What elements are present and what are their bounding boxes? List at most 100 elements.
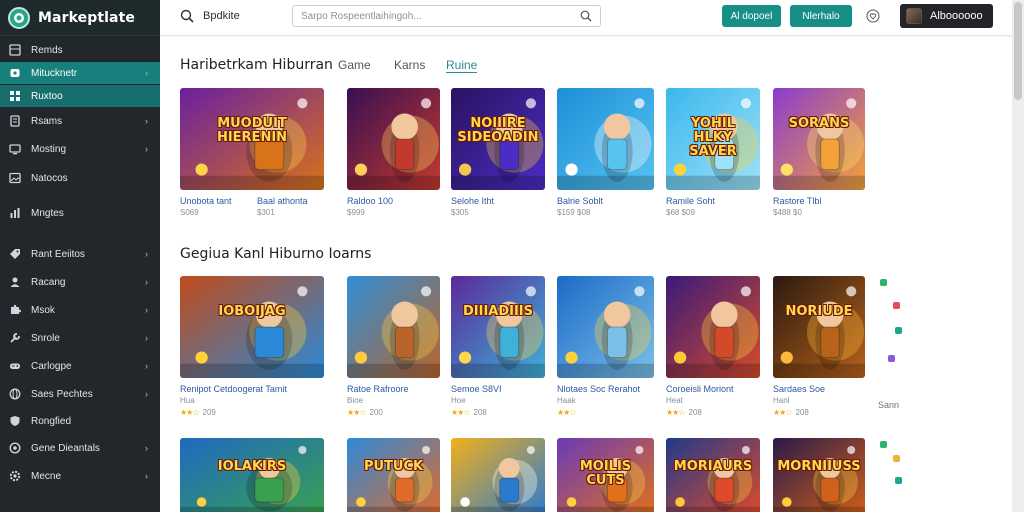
sidebar-item-rongfied[interactable]: Rongfied — [0, 410, 160, 432]
sidebar-item-remds[interactable]: Remds — [0, 39, 160, 61]
game-card-title[interactable]: Sardaes Soe — [773, 384, 825, 394]
game-card-title[interactable]: Balrie Soblt — [557, 196, 603, 206]
game-card-title[interactable]: Rastore Tlbl — [773, 196, 821, 206]
game-card-image[interactable]: NOIIIRE SIDEOADIN — [451, 88, 545, 190]
search-icon[interactable] — [180, 9, 194, 23]
game-card-image[interactable] — [557, 88, 654, 190]
game-card-title[interactable]: Semoe S8VI — [451, 384, 502, 394]
sidebar-item-msok[interactable]: Msok › — [0, 299, 160, 321]
game-card-image[interactable] — [666, 276, 760, 378]
rating-stars: ★★☆ 208 — [451, 408, 487, 417]
game-card-title[interactable]: Baal athonta — [257, 196, 308, 206]
game-card-image[interactable]: MORNIIUSS — [773, 438, 865, 512]
game-card-image[interactable]: PUTUCK — [347, 438, 440, 512]
game-card-image[interactable]: YOHIL HLKY SAVER — [666, 88, 760, 190]
rating-stars: ★★☆ — [557, 408, 576, 417]
support-icon — [9, 442, 21, 454]
sidebar-item-mngtes[interactable]: Mngtes — [0, 202, 160, 224]
game-card-price: S069 — [180, 208, 199, 217]
sidebar-item-natocos[interactable]: Natocos — [0, 167, 160, 189]
game-card-image[interactable] — [347, 88, 440, 190]
sidebar-item-ruxtoo[interactable]: Ruxtoo — [0, 85, 160, 107]
sidebar-item-label: Mngtes — [31, 207, 64, 219]
game-card-price: $305 — [451, 208, 469, 217]
secondary-button[interactable]: Nlerhalo — [790, 5, 852, 27]
sidebar-item-label: Carlogpe — [31, 360, 72, 372]
game-card-image[interactable]: IOBOIJAG — [180, 276, 324, 378]
game-card-image[interactable]: NORIUDE — [773, 276, 865, 378]
sidebar-item-snrole[interactable]: Snrole › — [0, 327, 160, 349]
heart-icon[interactable] — [866, 9, 880, 23]
game-card-title[interactable]: Coroeisli Moriont — [666, 384, 734, 394]
game-card-image[interactable]: IOLAKIRS — [180, 438, 324, 512]
sidebar-item-rsams[interactable]: Rsams › — [0, 110, 160, 132]
game-card-image[interactable]: MORIAURS — [666, 438, 760, 512]
game-card-title[interactable]: Selohe Itht — [451, 196, 494, 206]
game-card-price: $68 $09 — [666, 208, 695, 217]
tab-game[interactable]: Game — [338, 58, 371, 72]
game-card-image[interactable]: DIIIADIIIS — [451, 276, 545, 378]
brand[interactable]: Markeptlate — [0, 0, 160, 36]
magnifier-icon[interactable] — [580, 10, 592, 22]
game-card-title[interactable]: Raldoo 100 — [347, 196, 393, 206]
game-art-title: MUODUIT HIERENIN — [216, 115, 288, 145]
game-card-image[interactable] — [347, 276, 440, 378]
game-card-title[interactable]: Ramile Soht — [666, 196, 715, 206]
rating-count: 208 — [795, 408, 809, 417]
game-card-image[interactable]: SORANS — [773, 88, 865, 190]
sidebar-item-rant-eeiitos[interactable]: Rant Eeiitos › — [0, 243, 160, 265]
game-card-image[interactable] — [451, 438, 545, 512]
sidebar-item-racang[interactable]: Racang › — [0, 271, 160, 293]
search-input[interactable] — [293, 6, 563, 27]
game-card-subtitle: Hanl — [773, 396, 790, 405]
game-art-title: MOILIS CUTS — [579, 459, 632, 489]
sidebar-item-mitucknetr[interactable]: Mitucknetr › — [0, 62, 160, 84]
chevron-right-icon: › — [145, 471, 148, 481]
game-art-title: SORANS — [788, 115, 850, 131]
chart-icon — [9, 207, 21, 219]
search-box[interactable] — [292, 5, 601, 27]
tab-ruine[interactable]: Ruine — [446, 58, 478, 73]
game-card-title[interactable]: Ratoe Rafroore — [347, 384, 409, 394]
game-card-title[interactable]: Unobota tant — [180, 196, 232, 206]
sidebar: Markeptlate Remds Mitucknetr › Ruxtoo Rsams ›… — [0, 0, 160, 512]
sidebar-item-label: Ruxtoo — [31, 90, 63, 102]
sidebar-item-mosting[interactable]: Mosting › — [0, 138, 160, 160]
tab-karns[interactable]: Karns — [394, 58, 425, 72]
main-content: Haribetrkam Hiburran Game Karns Ruine MU… — [160, 37, 1012, 512]
rating-stars: ★★☆ 200 — [347, 408, 383, 417]
chevron-right-icon: › — [145, 249, 148, 259]
document-icon — [9, 115, 21, 127]
primary-button[interactable]: Al dopoel — [722, 5, 781, 27]
game-card-title[interactable]: Renipot Cetdoogerat Tamit — [180, 384, 287, 394]
sidebar-item-saes-pechtes[interactable]: Saes Pechtes › — [0, 383, 160, 405]
leaf-icon — [880, 279, 887, 286]
section2-title: Gegiua Kanl Hiburno Ioarns — [180, 246, 372, 262]
game-card-image[interactable] — [557, 276, 654, 378]
sidebar-item-label: Rongfied — [31, 415, 72, 427]
game-card-subtitle: Hua — [180, 396, 195, 405]
game-card-title[interactable]: Nlotaes Soc Rerahot — [557, 384, 640, 394]
sidebar-item-carlogpe[interactable]: Carlogpe › — [0, 355, 160, 377]
scrollbar-thumb[interactable] — [1014, 2, 1022, 100]
sidebar-item-label: Racang — [31, 276, 66, 288]
side-note: Sann — [878, 400, 900, 410]
sidebar-item-label: Saes Pechtes — [31, 388, 93, 400]
apps-icon — [9, 90, 21, 102]
sidebar-item-gene-dieantals[interactable]: Gene Dieantals › — [0, 437, 160, 459]
rating-count: 209 — [202, 408, 216, 417]
account-button[interactable]: Alboooooo — [900, 4, 993, 28]
game-card-price: $301 — [257, 208, 275, 217]
brand-logo-icon — [8, 6, 30, 29]
chevron-right-icon: › — [145, 361, 148, 371]
game-card-image[interactable]: MOILIS CUTS — [557, 438, 654, 512]
top-header: Bpdkite Al dopoel Nlerhalo Alboooooo — [160, 0, 1012, 36]
game-art-title: NORIUDE — [785, 303, 853, 319]
game-card-image[interactable]: MUODUIT HIERENIN — [180, 88, 324, 190]
sidebar-item-label: Mecne — [31, 470, 62, 482]
sidebar-item-mecne[interactable]: Mecne › — [0, 465, 160, 487]
tools-icon — [9, 332, 21, 344]
rating-count: 208 — [473, 408, 487, 417]
chevron-right-icon: › — [145, 277, 148, 287]
scrollbar[interactable] — [1012, 0, 1024, 512]
